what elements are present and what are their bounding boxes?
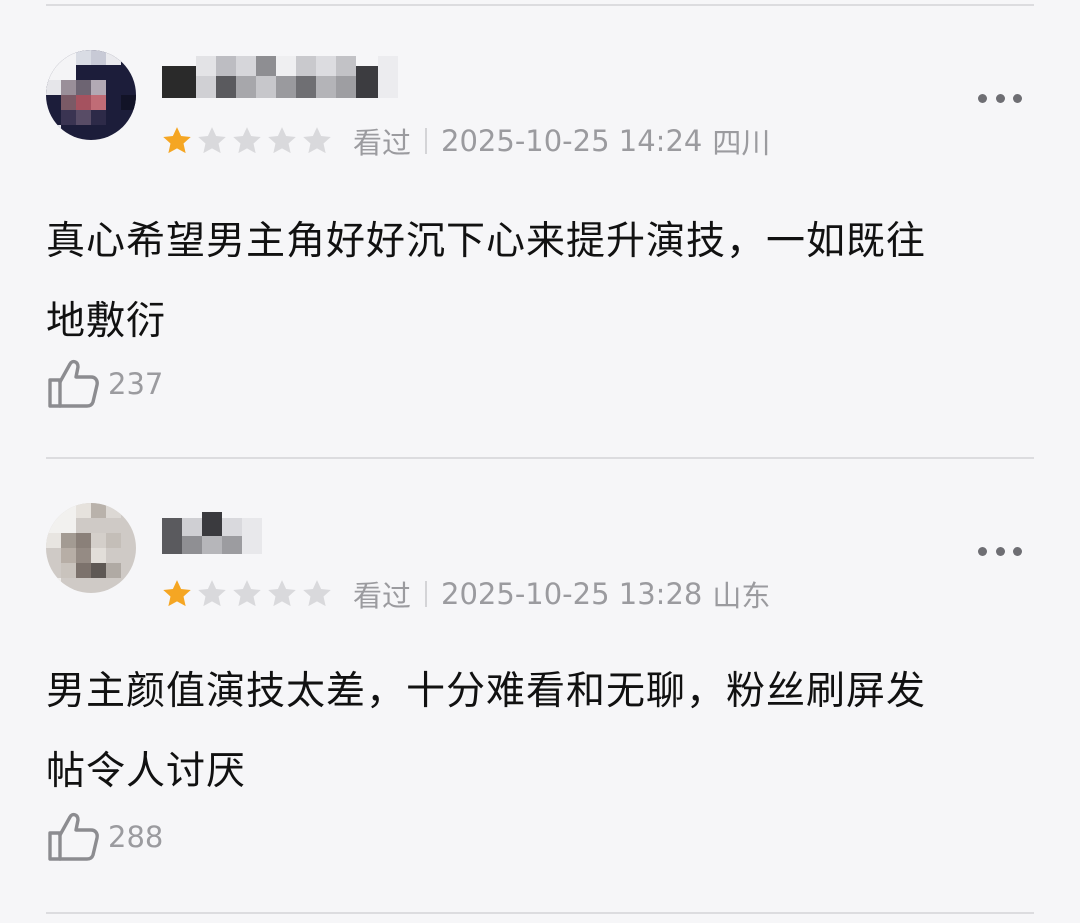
- meta-separator: [425, 581, 428, 607]
- divider: [46, 912, 1034, 914]
- watched-status: 看过: [353, 579, 412, 613]
- username-pixelated[interactable]: [162, 512, 282, 562]
- review-feed: 看过 2025-10-25 14:24 四川 真心希望男主角好好沉下心来提升演技…: [0, 0, 1080, 923]
- star-empty-icon: [233, 580, 261, 607]
- more-options-button[interactable]: [978, 545, 1022, 557]
- thumbs-up-icon: [48, 812, 99, 861]
- user-avatar[interactable]: [46, 503, 136, 593]
- star-filled-icon: [163, 580, 191, 607]
- review-meta: 看过 2025-10-25 13:28 山东: [160, 574, 770, 614]
- review-text: 男主颜值演技太差，十分难看和无聊，粉丝刷屏发 帖令人讨厌: [46, 669, 927, 794]
- like-button[interactable]: 288: [46, 811, 163, 863]
- more-dot: [1013, 546, 1022, 556]
- more-dot: [978, 546, 987, 556]
- star-rating: [160, 577, 335, 611]
- review-region: 山东: [712, 579, 771, 613]
- review-card: 看过 2025-10-25 13:28 山东 男主颜值演技太差，十分难看和无聊，…: [0, 0, 1080, 923]
- like-count: 288: [108, 820, 164, 854]
- star-empty-icon: [268, 580, 296, 607]
- star-empty-icon: [303, 580, 331, 607]
- review-datetime: 2025-10-25 13:28: [441, 577, 703, 611]
- more-dot: [995, 546, 1005, 556]
- star-empty-icon: [198, 580, 226, 607]
